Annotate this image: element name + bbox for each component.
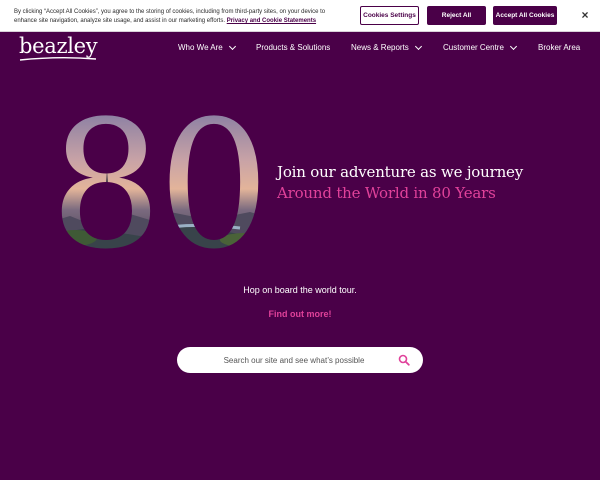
cookie-message: By clicking “Accept All Cookies”, you ag…	[14, 8, 344, 26]
accept-all-button[interactable]: Accept All Cookies	[493, 6, 557, 25]
search-input[interactable]	[177, 347, 423, 373]
privacy-link[interactable]: Privacy and Cookie Statements	[227, 18, 316, 24]
nav-label: Products & Solutions	[256, 43, 331, 52]
hero-tagline: Hop on board the world tour.	[243, 285, 357, 295]
search-icon[interactable]	[398, 354, 410, 366]
hero-subtitle: Around the World in 80 Years	[277, 184, 496, 202]
nav-label: Customer Centre	[443, 43, 504, 52]
chevron-down-icon	[228, 42, 236, 50]
site-header: beazley Who We Are Products & Solutions …	[0, 32, 600, 66]
close-icon[interactable]: ×	[578, 8, 592, 22]
nav-label: Broker Area	[538, 43, 581, 52]
logo-swoosh-icon	[19, 57, 97, 61]
cookie-banner: By clicking “Accept All Cookies”, you ag…	[0, 0, 600, 32]
find-out-more-link[interactable]: Find out more!	[0, 309, 600, 319]
nav-label: Who We Are	[178, 43, 223, 52]
reject-all-button[interactable]: Reject All	[427, 6, 486, 25]
nav-products-solutions[interactable]: Products & Solutions	[256, 43, 330, 52]
nav-customer-centre[interactable]: Customer Centre	[443, 42, 517, 52]
nav-broker-area[interactable]: Broker Area	[538, 43, 580, 52]
hero-80-graphic: 80	[50, 112, 266, 252]
hero-title: Join our adventure as we journey	[277, 163, 523, 181]
nav-who-we-are[interactable]: Who We Are	[178, 42, 236, 52]
cookies-settings-button[interactable]: Cookies Settings	[360, 6, 419, 25]
chevron-down-icon	[414, 42, 422, 50]
chevron-down-icon	[509, 42, 517, 50]
search-bar	[177, 347, 423, 373]
logo[interactable]: beazley	[19, 34, 98, 58]
nav-news-reports[interactable]: News & Reports	[351, 42, 422, 52]
nav-label: News & Reports	[351, 43, 409, 52]
